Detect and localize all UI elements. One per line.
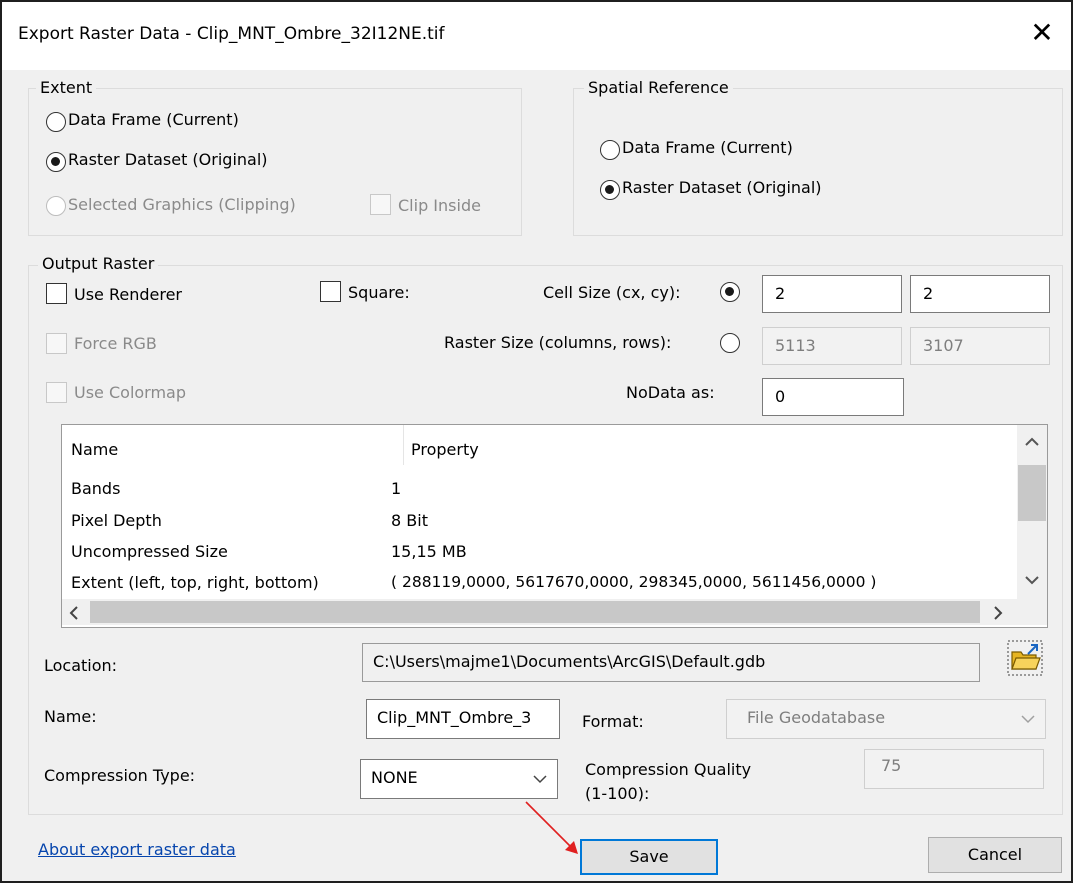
scroll-down-icon[interactable] <box>1025 575 1039 585</box>
compression-type-select[interactable]: NONE <box>360 759 558 799</box>
sr-data-frame-label[interactable]: Data Frame (Current) <box>622 138 793 157</box>
extent-selected-graphics-radio <box>46 196 66 216</box>
row-name: Pixel Depth <box>71 511 162 530</box>
column-divider[interactable] <box>403 425 404 465</box>
close-button[interactable]: ✕ <box>1027 18 1057 48</box>
horizontal-scrollbar[interactable] <box>62 599 1017 625</box>
spatial-reference-legend: Spatial Reference <box>584 78 733 97</box>
table-row[interactable]: Uncompressed Size 15,15 MB <box>62 542 1017 568</box>
table-row[interactable]: Extent (left, top, right, bottom) ( 2881… <box>62 573 1017 599</box>
raster-rows-input: 3107 <box>910 327 1050 365</box>
chevron-down-icon <box>1021 715 1035 724</box>
save-button[interactable]: Save <box>580 839 718 875</box>
use-renderer-checkbox[interactable] <box>46 283 67 304</box>
export-raster-dialog: Export Raster Data - Clip_MNT_Ombre_32I1… <box>0 0 1073 883</box>
compression-quality-input: 75 <box>864 749 1044 789</box>
use-colormap-checkbox <box>46 382 67 403</box>
row-name: Uncompressed Size <box>71 542 228 561</box>
chevron-down-icon <box>533 775 547 784</box>
scroll-left-icon[interactable] <box>69 606 79 620</box>
spatial-reference-group <box>573 88 1063 236</box>
compression-quality-label-2: (1-100): <box>585 784 650 803</box>
cell-size-label: Cell Size (cx, cy): <box>543 283 681 302</box>
compression-type-value: NONE <box>371 768 418 787</box>
raster-size-label: Raster Size (columns, rows): <box>444 333 672 352</box>
nodata-input[interactable]: 0 <box>762 378 904 416</box>
row-value: 1 <box>391 479 402 498</box>
extent-raster-dataset-label[interactable]: Raster Dataset (Original) <box>68 150 268 169</box>
column-header-property[interactable]: Property <box>411 440 479 459</box>
row-value: ( 288119,0000, 5617670,0000, 298345,0000… <box>391 573 877 591</box>
row-name: Bands <box>71 479 121 498</box>
clip-inside-checkbox <box>370 194 391 215</box>
about-export-link[interactable]: About export raster data <box>38 840 236 859</box>
cell-size-radio[interactable] <box>720 282 740 302</box>
sr-raster-dataset-radio[interactable] <box>600 180 620 200</box>
properties-list[interactable]: Name Property Bands 1 Pixel Depth 8 Bit … <box>61 424 1048 628</box>
row-name: Extent (left, top, right, bottom) <box>71 573 319 592</box>
sr-raster-dataset-label[interactable]: Raster Dataset (Original) <box>622 178 822 197</box>
clip-inside-label: Clip Inside <box>398 196 481 215</box>
red-arrow-annotation <box>525 801 578 854</box>
title-bar: Export Raster Data - Clip_MNT_Ombre_32I1… <box>2 2 1071 70</box>
cell-size-cx-input[interactable]: 2 <box>762 275 902 313</box>
format-select: File Geodatabase <box>726 699 1046 739</box>
raster-columns-input: 5113 <box>762 327 902 365</box>
force-rgb-label: Force RGB <box>74 334 157 353</box>
row-value: 8 Bit <box>391 511 428 530</box>
extent-selected-graphics-label: Selected Graphics (Clipping) <box>68 195 296 214</box>
output-raster-legend: Output Raster <box>38 254 159 273</box>
scroll-corner <box>1017 599 1047 625</box>
column-header-name[interactable]: Name <box>71 440 118 459</box>
vertical-scrollbar[interactable] <box>1017 425 1047 599</box>
format-label: Format: <box>582 712 644 731</box>
use-colormap-label: Use Colormap <box>74 383 187 402</box>
name-label: Name: <box>44 707 97 726</box>
scroll-up-icon[interactable] <box>1025 437 1039 447</box>
name-input[interactable]: Clip_MNT_Ombre_3 <box>366 699 560 739</box>
cell-size-cy-input[interactable]: 2 <box>910 275 1050 313</box>
browse-folder-icon[interactable] <box>1007 640 1043 676</box>
location-input[interactable]: C:\Users\majme1\Documents\ArcGIS\Default… <box>362 643 980 682</box>
location-label: Location: <box>44 656 118 675</box>
extent-data-frame-label[interactable]: Data Frame (Current) <box>68 110 239 129</box>
square-label[interactable]: Square: <box>348 283 410 302</box>
raster-size-radio[interactable] <box>720 333 740 353</box>
nodata-label: NoData as: <box>626 383 715 402</box>
extent-data-frame-radio[interactable] <box>46 112 66 132</box>
use-renderer-label[interactable]: Use Renderer <box>74 285 182 304</box>
row-value: 15,15 MB <box>391 542 467 561</box>
sr-data-frame-radio[interactable] <box>600 140 620 160</box>
horizontal-scroll-thumb[interactable] <box>90 601 980 623</box>
table-row[interactable]: Bands 1 <box>62 479 1017 505</box>
extent-legend: Extent <box>36 78 97 97</box>
dialog-title: Export Raster Data - Clip_MNT_Ombre_32I1… <box>18 24 445 44</box>
table-row[interactable]: Pixel Depth 8 Bit <box>62 511 1017 537</box>
square-checkbox[interactable] <box>320 281 341 302</box>
extent-raster-dataset-radio[interactable] <box>46 152 66 172</box>
format-value: File Geodatabase <box>747 708 886 727</box>
cancel-button[interactable]: Cancel <box>928 837 1062 873</box>
vertical-scroll-thumb[interactable] <box>1018 465 1046 521</box>
force-rgb-checkbox <box>46 333 67 354</box>
scroll-right-icon[interactable] <box>993 606 1003 620</box>
compression-type-label: Compression Type: <box>44 766 196 785</box>
compression-quality-label-1: Compression Quality <box>585 760 752 779</box>
